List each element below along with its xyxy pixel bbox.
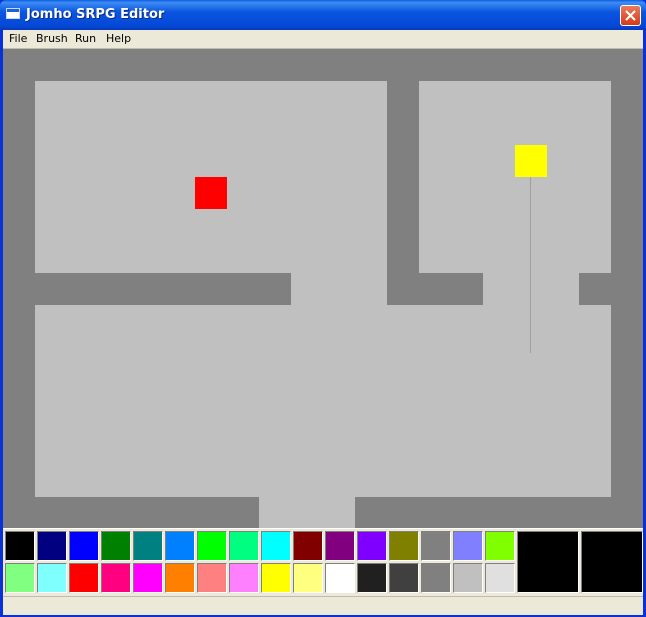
secondary-color-swatch[interactable] bbox=[581, 531, 643, 593]
editor-window: Jomho SRPG Editor File Brush Run Help bbox=[0, 0, 646, 617]
floor-room-lower bbox=[35, 305, 611, 497]
palette-swatch[interactable] bbox=[69, 531, 99, 561]
palette-swatch[interactable] bbox=[261, 531, 291, 561]
window-icon bbox=[6, 8, 20, 19]
palette-swatch[interactable] bbox=[37, 563, 67, 593]
menu-file[interactable]: File bbox=[4, 31, 32, 47]
palette-swatch[interactable] bbox=[389, 563, 419, 593]
map-canvas[interactable] bbox=[3, 49, 643, 530]
palette-swatch[interactable] bbox=[389, 531, 419, 561]
client-area: File Brush Run Help bbox=[3, 30, 643, 615]
palette-swatch[interactable] bbox=[165, 531, 195, 561]
palette-swatch[interactable] bbox=[325, 563, 355, 593]
primary-color-swatch[interactable] bbox=[517, 531, 579, 593]
red-unit[interactable] bbox=[195, 177, 227, 209]
palette-swatch[interactable] bbox=[261, 563, 291, 593]
palette-swatch[interactable] bbox=[229, 531, 259, 561]
title-bar[interactable]: Jomho SRPG Editor bbox=[0, 0, 646, 30]
floor-exit-bottom bbox=[259, 497, 355, 530]
palette-swatch[interactable] bbox=[165, 563, 195, 593]
palette-swatch[interactable] bbox=[5, 563, 35, 593]
palette-swatch[interactable] bbox=[357, 563, 387, 593]
floor-doorway-right bbox=[483, 273, 579, 305]
palette-swatch[interactable] bbox=[453, 563, 483, 593]
palette-swatch[interactable] bbox=[133, 531, 163, 561]
palette-swatch[interactable] bbox=[37, 531, 67, 561]
palette-swatch[interactable] bbox=[101, 531, 131, 561]
palette-swatch[interactable] bbox=[325, 531, 355, 561]
palette-swatch[interactable] bbox=[485, 563, 515, 593]
palette-swatch[interactable] bbox=[101, 563, 131, 593]
color-palette bbox=[3, 528, 643, 597]
floor-room-upper-right bbox=[419, 81, 611, 273]
window-title: Jomho SRPG Editor bbox=[26, 7, 165, 22]
palette-swatch[interactable] bbox=[197, 563, 227, 593]
palette-swatch[interactable] bbox=[453, 531, 483, 561]
menu-help[interactable]: Help bbox=[101, 31, 136, 47]
palette-swatch[interactable] bbox=[133, 563, 163, 593]
palette-swatch[interactable] bbox=[69, 563, 99, 593]
palette-swatch[interactable] bbox=[421, 531, 451, 561]
status-bar bbox=[3, 596, 643, 615]
yellow-unit[interactable] bbox=[515, 145, 547, 177]
palette-swatch[interactable] bbox=[485, 531, 515, 561]
palette-swatch[interactable] bbox=[357, 531, 387, 561]
close-icon bbox=[625, 10, 636, 21]
palette-swatch[interactable] bbox=[293, 531, 323, 561]
menu-run[interactable]: Run bbox=[70, 31, 101, 47]
floor-doorway-left bbox=[291, 273, 387, 305]
menu-brush[interactable]: Brush bbox=[31, 31, 73, 47]
move-path-line bbox=[530, 161, 531, 353]
palette-swatch[interactable] bbox=[197, 531, 227, 561]
palette-swatch[interactable] bbox=[229, 563, 259, 593]
close-button[interactable] bbox=[620, 5, 641, 26]
menu-bar: File Brush Run Help bbox=[3, 30, 643, 49]
palette-swatch[interactable] bbox=[5, 531, 35, 561]
palette-swatch[interactable] bbox=[421, 563, 451, 593]
palette-swatch[interactable] bbox=[293, 563, 323, 593]
